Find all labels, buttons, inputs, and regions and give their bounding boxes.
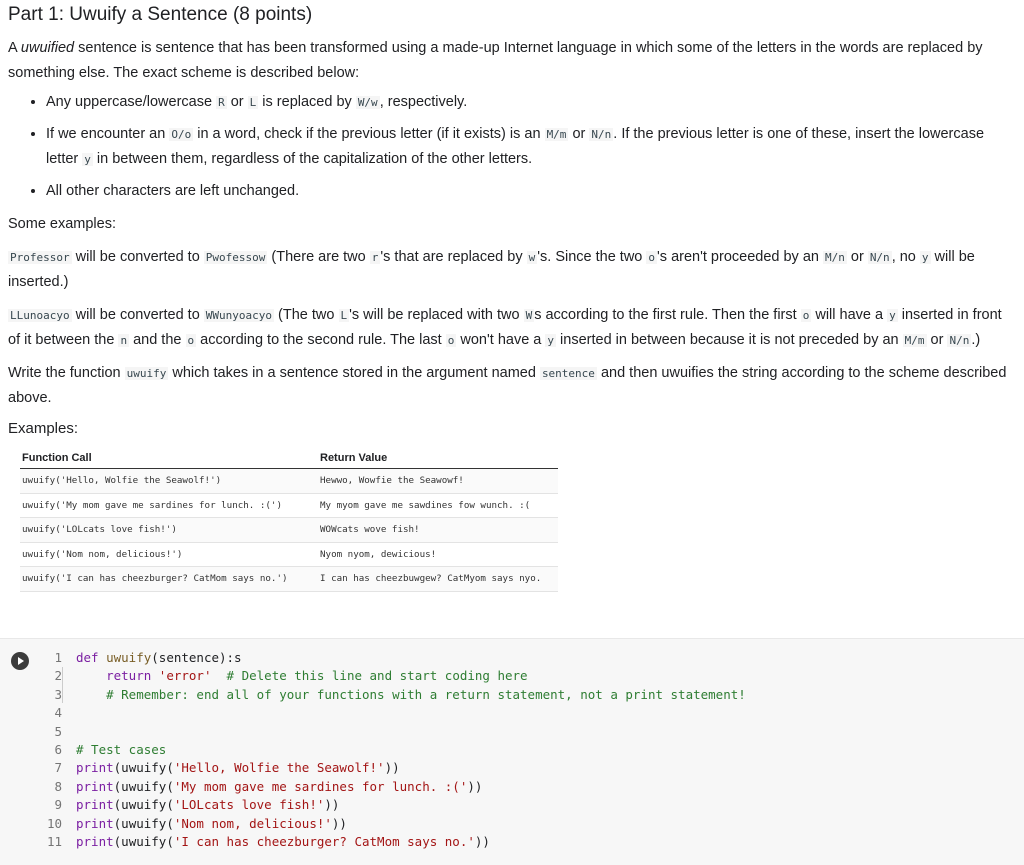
page-title: Part 1: Uwuify a Sentence (8 points) <box>8 4 313 25</box>
example-professor: Professor will be converted to Pwofessow… <box>8 249 975 290</box>
code-line[interactable]: 11 print(uwuify('I can has cheezburger? C… <box>40 833 746 851</box>
rule-item: Any uppercase/lowercase R or L is replac… <box>46 90 1008 115</box>
code-line[interactable]: 1 def uwuify(sentence):s <box>40 649 746 667</box>
code-line[interactable]: 3 # Remember: end all of your functions … <box>40 686 745 704</box>
column-header: Function Call <box>20 449 318 469</box>
code-line[interactable]: 2 return 'error' # Delete this line and … <box>40 667 746 685</box>
examples-label: Examples: <box>8 420 79 437</box>
code-cell[interactable]: 1 def uwuify(sentence):s 2 return 'error'… <box>0 638 1024 865</box>
run-cell-button[interactable] <box>11 652 29 670</box>
code-line[interactable]: 9 print(uwuify('LOLcats love fish!')) <box>40 796 746 814</box>
code-line[interactable]: 6 # Test cases <box>40 741 746 759</box>
some-examples-label: Some examples: <box>8 216 116 232</box>
intro-paragraph: A uwuified sentence is sentence that has… <box>8 40 983 81</box>
table-row: uwuify('Nom nom, delicious!') Nyom nyom, … <box>20 542 558 567</box>
code-line[interactable]: 8 print(uwuify('My mom gave me sardines f… <box>40 778 746 796</box>
code-line[interactable]: 4 <box>40 704 746 722</box>
assignment-document: Part 1: Uwuify a Sentence (8 points) A u… <box>8 0 1008 592</box>
rule-item: All other characters are left unchanged. <box>46 179 1008 204</box>
table-row: uwuify('I can has cheezburger? CatMom sa… <box>20 566 558 592</box>
code-editor[interactable]: 1 def uwuify(sentence):s 2 return 'error'… <box>40 649 746 851</box>
table-row: uwuify('LOLcats love fish!') WOWcats wove… <box>20 517 558 543</box>
rules-list: Any uppercase/lowercase R or L is replac… <box>8 90 1008 204</box>
write-function-paragraph: Write the function uwuify which takes in… <box>8 365 1007 406</box>
table-header-row: Function Call Return Value <box>20 449 558 469</box>
column-header: Return Value <box>318 449 558 469</box>
rule-item: If we encounter an O/o in a word, check … <box>46 122 1008 172</box>
example-llunoacyo: LLunoacyo will be converted to WWunyoacy… <box>8 307 1002 348</box>
table-row: uwuify('Hello, Wolfie the Seawolf!') Heww… <box>20 468 558 494</box>
code-line[interactable]: 5 <box>40 723 746 741</box>
table-row: uwuify('My mom gave me sardines for lunc… <box>20 493 558 518</box>
examples-table: Function Call Return Value uwuify('Hello… <box>20 449 558 592</box>
code-line[interactable]: 7 print(uwuify('Hello, Wolfie the Seawolf… <box>40 759 746 777</box>
code-line[interactable]: 10 print(uwuify('Nom nom, delicious!')) <box>40 815 746 833</box>
